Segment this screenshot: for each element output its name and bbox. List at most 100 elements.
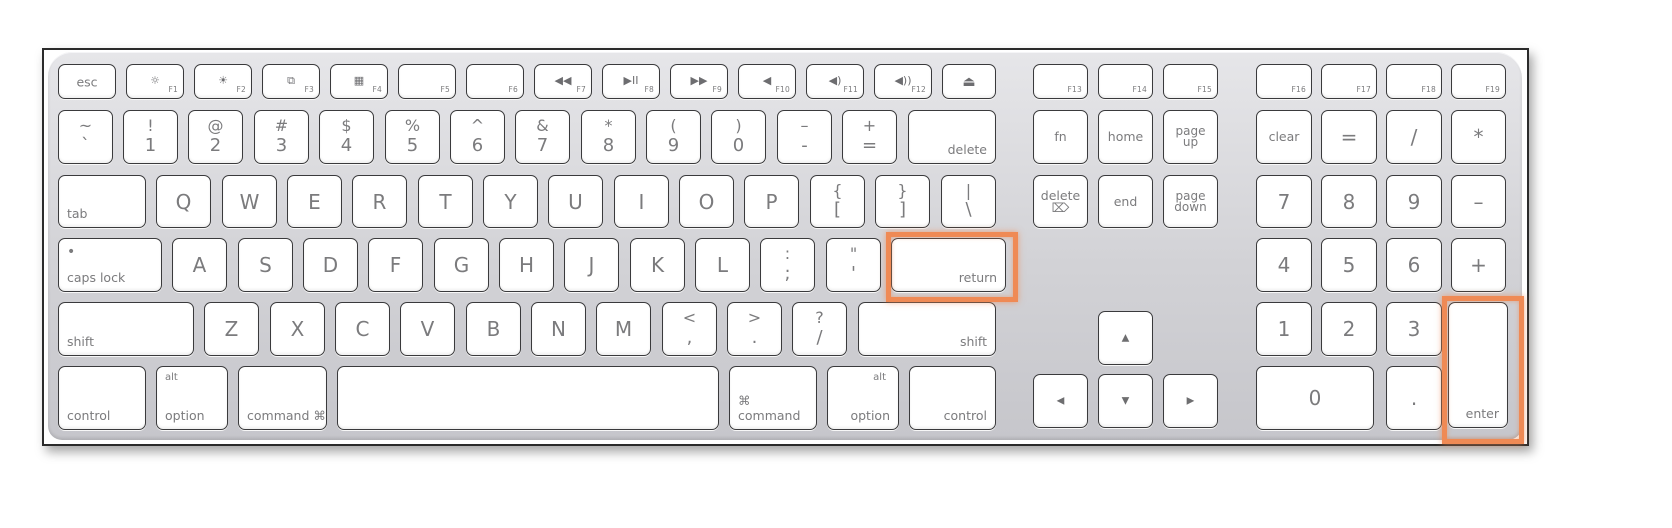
key-u[interactable]: U — [548, 175, 603, 228]
key-kp-3[interactable]: 3 — [1386, 302, 1442, 356]
key-f8[interactable]: ▶II F8 — [602, 64, 660, 99]
key-right-option[interactable]: option alt — [827, 366, 899, 430]
key-0[interactable]: ) 0 — [711, 110, 766, 164]
key-c[interactable]: C — [335, 302, 390, 356]
key-eject[interactable]: ⏏ — [942, 64, 996, 99]
key-1[interactable]: ! 1 — [123, 110, 178, 164]
key-delete[interactable]: delete — [908, 110, 996, 164]
key-f11[interactable]: ◀) F11 — [806, 64, 864, 99]
key-o[interactable]: O — [679, 175, 734, 228]
key-kp-8[interactable]: 8 — [1321, 175, 1377, 228]
key-f7[interactable]: ◀◀ F7 — [534, 64, 592, 99]
key-clear[interactable]: clear — [1256, 110, 1312, 164]
key-comma[interactable]: <, — [662, 302, 717, 356]
key-kp-5[interactable]: 5 — [1321, 238, 1377, 292]
key-page-down[interactable]: page down — [1163, 175, 1218, 228]
key-kp-4[interactable]: 4 — [1256, 238, 1312, 292]
key-kp-1[interactable]: 1 — [1256, 302, 1312, 356]
key-8[interactable]: * 8 — [581, 110, 636, 164]
key-right[interactable]: ▶ — [1163, 374, 1218, 428]
key-f1[interactable]: ☼ F1 — [126, 64, 184, 99]
key-d[interactable]: D — [303, 238, 358, 292]
key-t[interactable]: T — [418, 175, 473, 228]
key-kp-decimal[interactable]: . — [1386, 366, 1442, 430]
key-g[interactable]: G — [434, 238, 489, 292]
key-f6[interactable]: F6 — [466, 64, 524, 99]
key-f17[interactable]: F17 — [1321, 64, 1377, 99]
key-down[interactable]: ▼ — [1098, 374, 1153, 428]
key-kp-9[interactable]: 9 — [1386, 175, 1442, 228]
key-f14[interactable]: F14 — [1098, 64, 1153, 99]
key-y[interactable]: Y — [483, 175, 538, 228]
key-5[interactable]: % 5 — [385, 110, 440, 164]
key-kp-divide[interactable]: / — [1386, 110, 1442, 164]
key-f13[interactable]: F13 — [1033, 64, 1088, 99]
key-space[interactable] — [337, 366, 719, 430]
key-end[interactable]: end — [1098, 175, 1153, 228]
key-f18[interactable]: F18 — [1386, 64, 1442, 99]
key-b[interactable]: B — [466, 302, 521, 356]
key-backtick[interactable]: ~ ` — [58, 110, 113, 164]
key-period[interactable]: >. — [727, 302, 782, 356]
key-i[interactable]: I — [614, 175, 669, 228]
key-left[interactable]: ◀ — [1033, 374, 1088, 428]
key-f10[interactable]: ◀ F10 — [738, 64, 796, 99]
key-s[interactable]: S — [238, 238, 293, 292]
key-f[interactable]: F — [368, 238, 423, 292]
key-4[interactable]: $4 — [319, 110, 374, 164]
key-q[interactable]: Q — [156, 175, 211, 228]
key-right-command[interactable]: ⌘ command — [729, 366, 817, 430]
key-2[interactable]: @2 — [188, 110, 243, 164]
key-kp-0[interactable]: 0 — [1256, 366, 1374, 430]
key-kp-minus[interactable]: – — [1451, 175, 1506, 228]
key-f5[interactable]: F5 — [398, 64, 456, 99]
key-f9[interactable]: ▶▶ F9 — [670, 64, 728, 99]
key-7[interactable]: & 7 — [515, 110, 570, 164]
key-right-shift[interactable]: shift — [858, 302, 996, 356]
key-kp-2[interactable]: 2 — [1321, 302, 1377, 356]
key-slash[interactable]: ? / — [792, 302, 847, 356]
key-left-option[interactable]: option alt — [156, 366, 228, 430]
key-rbracket[interactable]: }] — [875, 175, 930, 228]
key-n[interactable]: N — [531, 302, 586, 356]
key-home[interactable]: home — [1098, 110, 1153, 164]
key-tab[interactable]: tab — [58, 175, 146, 228]
key-right-control[interactable]: control — [909, 366, 996, 430]
key-p[interactable]: P — [744, 175, 799, 228]
key-kp-7[interactable]: 7 — [1256, 175, 1312, 228]
key-left-shift[interactable]: shift — [58, 302, 194, 356]
key-backslash[interactable]: | \ — [941, 175, 996, 228]
key-esc[interactable]: esc — [58, 64, 116, 99]
key-equals[interactable]: + = — [842, 110, 897, 164]
key-enter[interactable]: enter — [1448, 302, 1508, 428]
key-kp-equals[interactable]: = — [1321, 110, 1377, 164]
key-l[interactable]: L — [695, 238, 750, 292]
key-forward-delete[interactable]: delete ⌦ — [1033, 175, 1088, 228]
key-m[interactable]: M — [596, 302, 651, 356]
key-x[interactable]: X — [270, 302, 325, 356]
key-quote[interactable]: " ' — [826, 238, 881, 292]
key-v[interactable]: V — [400, 302, 455, 356]
key-f4[interactable]: ▦ F4 — [330, 64, 388, 99]
key-3[interactable]: #3 — [254, 110, 309, 164]
key-kp-multiply[interactable]: * — [1451, 110, 1506, 164]
key-return[interactable]: return — [891, 238, 1006, 292]
key-kp-plus[interactable]: + — [1451, 238, 1506, 292]
key-a[interactable]: A — [172, 238, 227, 292]
key-6[interactable]: ^ 6 — [450, 110, 505, 164]
key-r[interactable]: R — [352, 175, 407, 228]
key-caps-lock[interactable]: caps lock • — [58, 238, 162, 292]
key-minus[interactable]: – - — [777, 110, 832, 164]
key-j[interactable]: J — [564, 238, 619, 292]
key-f12[interactable]: ◀)) F12 — [874, 64, 932, 99]
key-f15[interactable]: F15 — [1163, 64, 1218, 99]
key-fn[interactable]: fn — [1033, 110, 1088, 164]
key-left-command[interactable]: command ⌘ — [238, 366, 327, 430]
key-f19[interactable]: F19 — [1451, 64, 1506, 99]
key-up[interactable]: ▲ — [1098, 311, 1153, 365]
key-page-up[interactable]: page up — [1163, 110, 1218, 164]
key-lbracket[interactable]: {[ — [810, 175, 865, 228]
key-h[interactable]: H — [499, 238, 554, 292]
key-semicolon[interactable]: :; — [760, 238, 815, 292]
key-f2[interactable]: ☀ F2 — [194, 64, 252, 99]
